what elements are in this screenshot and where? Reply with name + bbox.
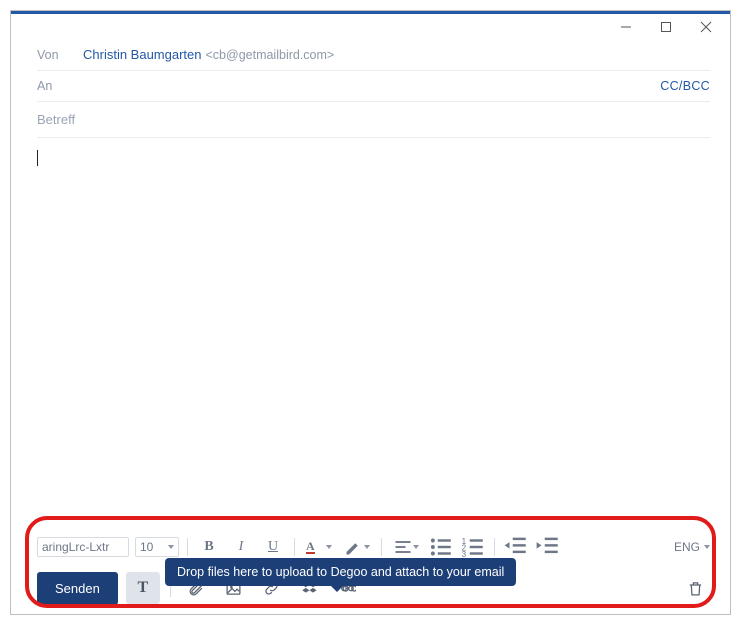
- italic-button[interactable]: I: [228, 535, 254, 559]
- titlebar: [11, 11, 730, 39]
- degoo-tooltip: Drop files here to upload to Degoo and a…: [165, 558, 516, 586]
- minimize-icon: [620, 21, 632, 33]
- to-row[interactable]: An CC/BCC: [11, 71, 730, 101]
- compose-window: Von Christin Baumgarten <cb@getmailbird.…: [10, 10, 731, 615]
- action-toolbar: Drop files here to upload to Degoo and a…: [11, 562, 730, 614]
- highlight-color-button[interactable]: [341, 535, 373, 559]
- font-size-select[interactable]: 10: [135, 537, 179, 557]
- separator: [294, 538, 295, 556]
- list-ordered-button[interactable]: 123: [460, 535, 486, 559]
- subject-row[interactable]: Betreff: [11, 102, 730, 137]
- align-button[interactable]: [390, 535, 422, 559]
- from-row: Von Christin Baumgarten <cb@getmailbird.…: [11, 39, 730, 70]
- separator: [494, 538, 495, 556]
- chevron-down-icon: [413, 545, 419, 549]
- bold-button[interactable]: B: [196, 535, 222, 559]
- to-label: An: [37, 79, 83, 93]
- list-ol-icon: 123: [460, 534, 486, 560]
- separator: [381, 538, 382, 556]
- list-ul-icon: [428, 534, 454, 560]
- from-label: Von: [37, 48, 83, 62]
- font-family-select[interactable]: aringLrc-Lxtr: [37, 537, 129, 557]
- close-icon: [700, 21, 712, 33]
- body-editor[interactable]: [11, 138, 730, 532]
- from-address: <cb@getmailbird.com>: [206, 48, 335, 62]
- text-cursor: [37, 150, 38, 166]
- language-value: ENG: [674, 540, 700, 554]
- ccbcc-toggle[interactable]: CC/BCC: [660, 79, 710, 93]
- subject-placeholder: Betreff: [37, 112, 75, 127]
- minimize-button[interactable]: [606, 15, 646, 39]
- from-name[interactable]: Christin Baumgarten: [83, 47, 202, 62]
- font-family-value: aringLrc-Lxtr: [42, 540, 109, 554]
- maximize-icon: [660, 21, 672, 33]
- chevron-down-icon: [704, 545, 710, 549]
- indent-button[interactable]: [535, 535, 561, 559]
- font-size-value: 10: [140, 540, 153, 554]
- format-toggle-button[interactable]: T: [126, 572, 160, 604]
- chevron-down-icon: [326, 545, 332, 549]
- language-select[interactable]: ENG: [674, 540, 710, 554]
- align-left-icon: [393, 537, 413, 557]
- trash-icon: [687, 580, 704, 597]
- chevron-down-icon: [364, 545, 370, 549]
- delete-button[interactable]: [680, 573, 710, 603]
- outdent-icon: [503, 534, 529, 560]
- maximize-button[interactable]: [646, 15, 686, 39]
- close-button[interactable]: [686, 15, 726, 39]
- outdent-button[interactable]: [503, 535, 529, 559]
- font-color-button[interactable]: A: [303, 535, 335, 559]
- font-color-icon: A: [306, 540, 315, 554]
- separator: [187, 538, 188, 556]
- chevron-down-icon: [168, 545, 174, 549]
- send-button[interactable]: Senden: [37, 572, 118, 605]
- list-unordered-button[interactable]: [428, 535, 454, 559]
- highlighter-icon: [344, 537, 364, 557]
- indent-icon: [535, 534, 561, 560]
- underline-button[interactable]: U: [260, 535, 286, 559]
